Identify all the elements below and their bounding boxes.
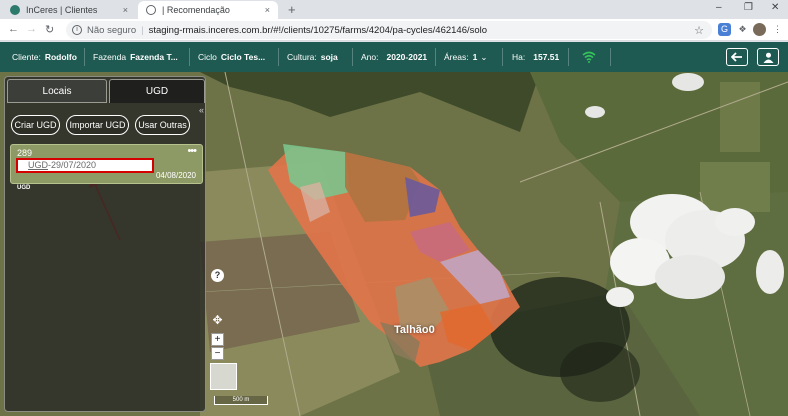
scale-bar: 500 m (214, 396, 268, 405)
tab-ugd[interactable]: UGD (109, 79, 205, 103)
ugd-badge: UGD (17, 185, 31, 191)
ugd-side-panel: Locais UGD « Criar UGD Importar UGD Usar… (4, 76, 206, 412)
tab-locais[interactable]: Locais (7, 79, 107, 103)
importar-ugd-button[interactable]: Importar UGD (66, 115, 129, 135)
pan-move-icon[interactable]: ✥ (211, 314, 224, 328)
ugd-card[interactable]: 289 ••• UGD-29/07/2020 04/08/2020 (10, 144, 203, 184)
ugd-name-field[interactable]: UGD-29/07/2020 (16, 158, 154, 173)
panel-tabs: Locais UGD (7, 79, 205, 103)
ugd-date: 04/08/2020 (155, 171, 196, 180)
zoom-in-button[interactable]: + (211, 333, 224, 346)
help-button[interactable]: ? (211, 269, 224, 282)
zoom-out-button[interactable]: − (211, 347, 224, 360)
ugd-number: 289 (17, 148, 33, 158)
collapse-panel-icon[interactable]: « (199, 105, 209, 117)
minimap-thumbnail[interactable] (210, 363, 237, 390)
ugd-name-suffix: -29/07/2020 (48, 160, 97, 170)
criar-ugd-button[interactable]: Criar UGD (11, 115, 60, 135)
ugd-name-prefix: UGD (28, 160, 48, 170)
usar-outras-button[interactable]: Usar Outras (135, 115, 190, 135)
more-options-icon[interactable]: ••• (187, 145, 197, 157)
